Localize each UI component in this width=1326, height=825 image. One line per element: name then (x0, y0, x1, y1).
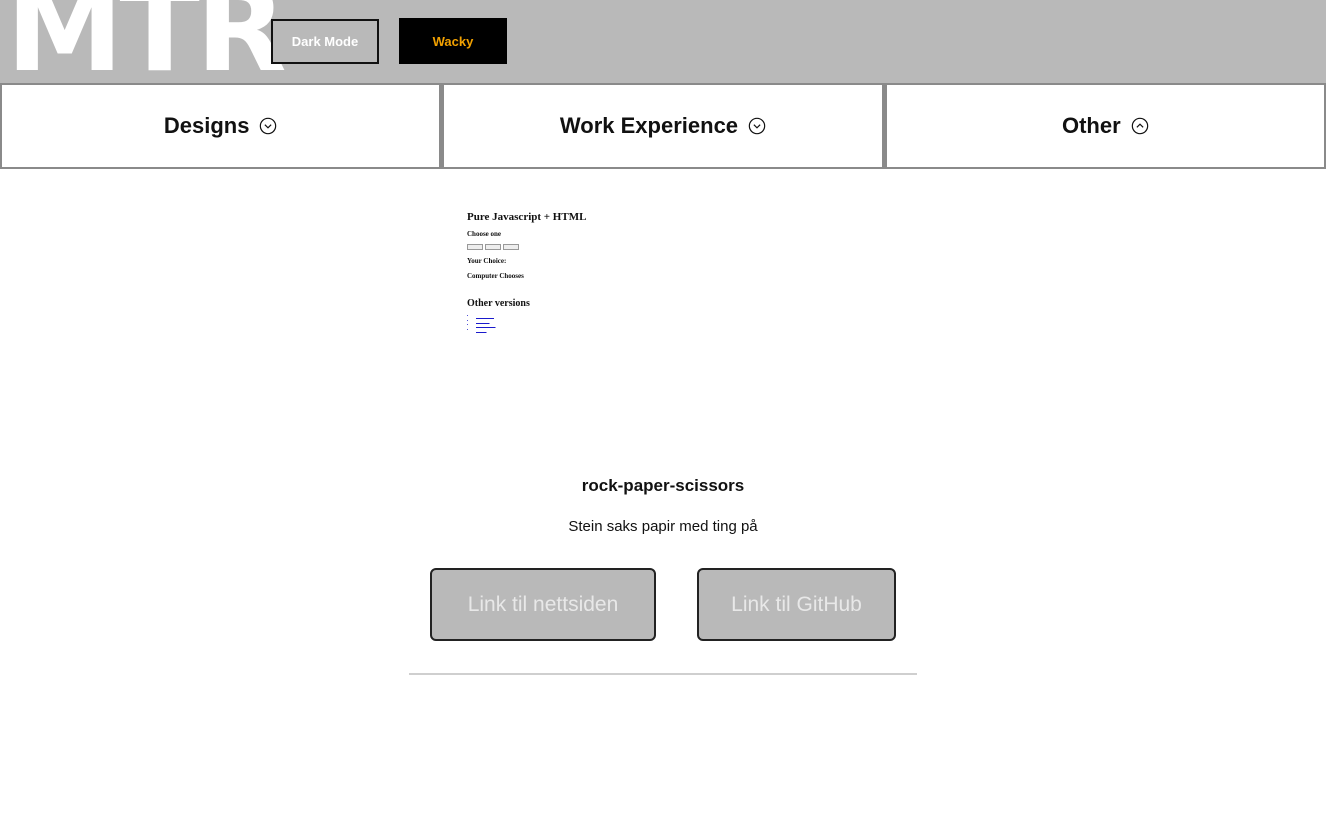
nav-work-experience-label: Work Experience (559, 113, 739, 138)
preview-choose: Choose one (467, 230, 502, 238)
nav-designs-label: Designs (163, 113, 250, 138)
site-logo: MTR (6, 0, 287, 83)
preview-link-list (476, 314, 496, 332)
preview-computer-chooses: Computer Chooses (467, 272, 524, 280)
nav-other-label: Other (1061, 113, 1121, 138)
nav-designs[interactable]: Designs (0, 83, 442, 169)
main-nav: Designs Work Experience Other (0, 83, 1326, 169)
preview-buttons (467, 244, 519, 250)
top-bar: MTR Dark Mode Wacky (0, 0, 1326, 83)
chevron-down-circle-icon (260, 117, 277, 135)
website-link-button[interactable]: Link til nettsiden (430, 568, 656, 641)
preview-other-versions: Other versions (467, 298, 530, 309)
project-description: Stein saks papir med ting på (568, 518, 758, 535)
chevron-up-circle-icon (1131, 117, 1148, 135)
project-title: rock-paper-scissors (581, 476, 745, 495)
dark-mode-button[interactable]: Dark Mode (271, 19, 379, 64)
wacky-button[interactable]: Wacky (399, 18, 507, 64)
preview-heading: Pure Javascript + HTML (467, 211, 587, 223)
section-divider (409, 673, 917, 675)
github-link-button[interactable]: Link til GitHub (697, 568, 896, 641)
chevron-down-circle-icon (748, 117, 766, 135)
project-preview-image: Pure Javascript + HTML Choose one Your C… (458, 202, 628, 362)
nav-other[interactable]: Other (883, 83, 1326, 169)
preview-your-choice: Your Choice: (467, 257, 507, 265)
nav-work-experience[interactable]: Work Experience (441, 83, 884, 169)
